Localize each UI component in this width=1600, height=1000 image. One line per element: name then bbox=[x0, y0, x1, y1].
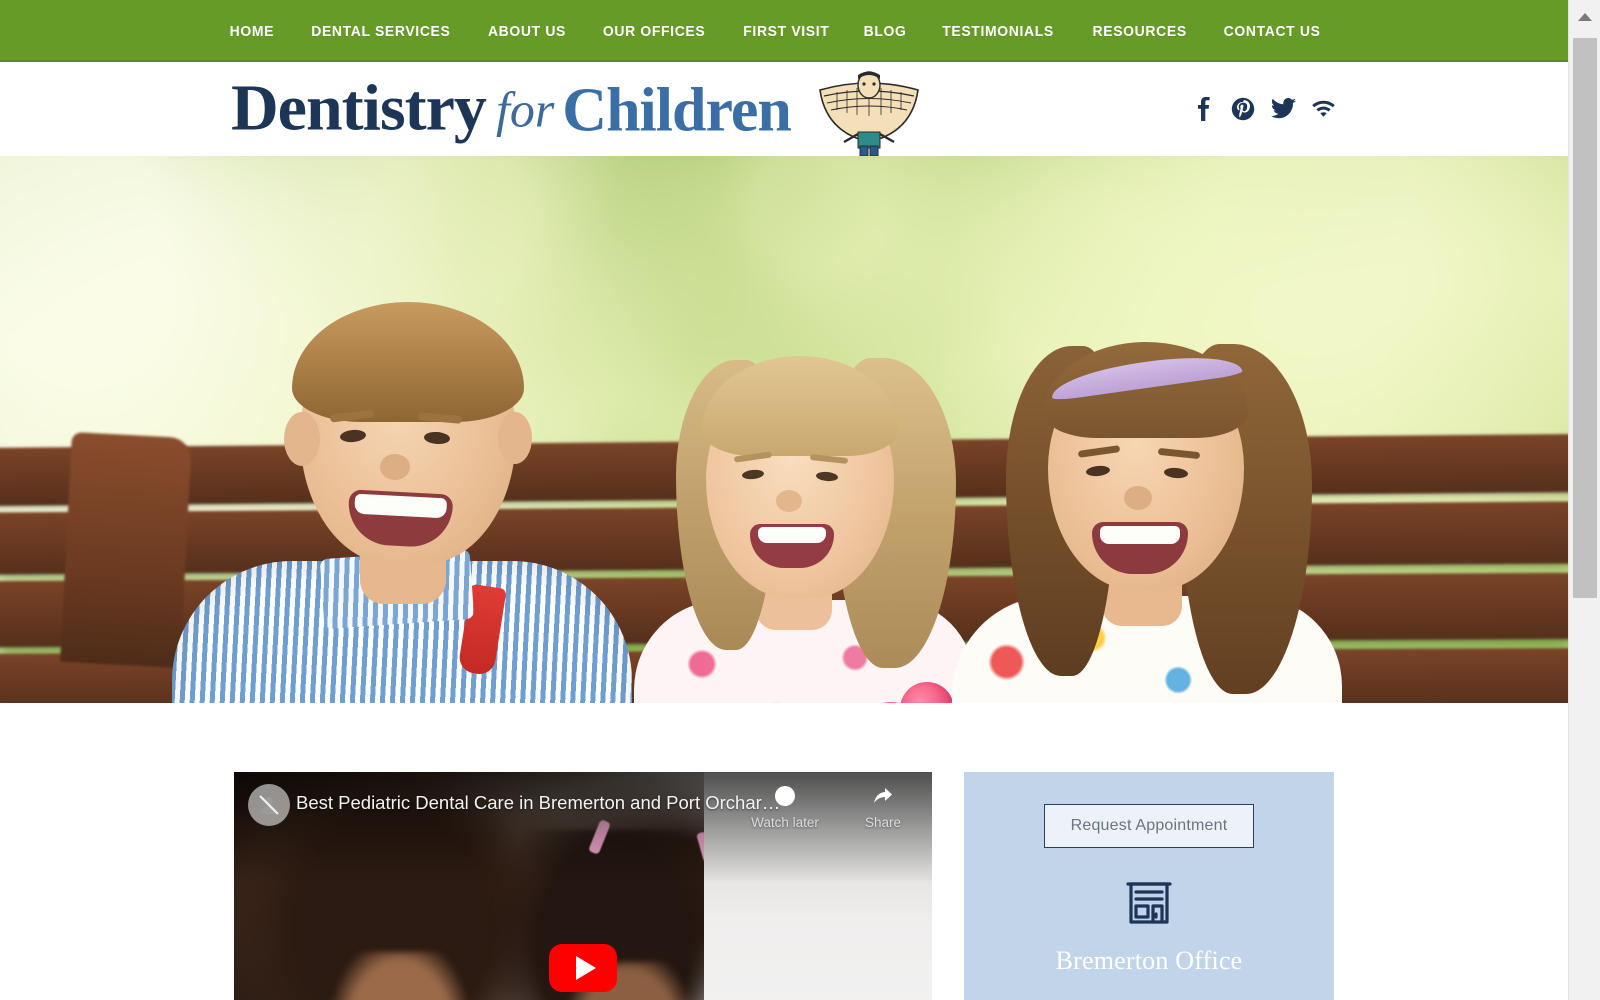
hero-child-right-girl bbox=[952, 316, 1342, 703]
logo-word-children: Children bbox=[562, 76, 792, 145]
play-button[interactable] bbox=[549, 944, 617, 992]
watch-later-button[interactable]: Watch later bbox=[746, 784, 824, 830]
site-logo[interactable]: Dentistry for Children bbox=[231, 71, 792, 145]
hero-child-middle-girl bbox=[628, 352, 978, 703]
scroll-up-arrow-icon[interactable] bbox=[1569, 0, 1600, 34]
nav-item-home[interactable]: HOME bbox=[228, 19, 276, 44]
office-sidebar: Request Appointment Bremerton Office bbox=[964, 772, 1334, 1000]
video-thumb-detail bbox=[330, 952, 470, 1000]
channel-avatar[interactable] bbox=[248, 784, 290, 826]
nav-item-about-us[interactable]: ABOUT US bbox=[487, 19, 569, 44]
site-header: Dentistry for Children bbox=[0, 62, 1568, 156]
hero-child-boy bbox=[172, 286, 632, 703]
share-button[interactable]: Share bbox=[844, 784, 922, 830]
youtube-video-player[interactable]: Best Pediatric Dental Care in Bremerton … bbox=[234, 772, 932, 1000]
office-name: Bremerton Office bbox=[1055, 946, 1243, 975]
share-arrow-icon bbox=[874, 788, 892, 803]
smiling-tooth-mascot-icon bbox=[819, 71, 919, 156]
request-appointment-button[interactable]: Request Appointment bbox=[1043, 804, 1255, 848]
nav-item-contact-us[interactable]: CONTACT US bbox=[1222, 19, 1323, 44]
logo-word-dentistry: Dentistry bbox=[231, 71, 487, 145]
logo-word-for: for bbox=[495, 81, 555, 138]
nav-list: HOME DENTAL SERVICES ABOUT US OUR OFFICE… bbox=[226, 19, 1326, 44]
browser-page: HOME DENTAL SERVICES ABOUT US OUR OFFICE… bbox=[0, 0, 1600, 1000]
pinterest-icon[interactable] bbox=[1230, 95, 1256, 123]
nav-item-testimonials[interactable]: TESTIMONIALS bbox=[941, 19, 1056, 44]
vertical-scrollbar[interactable] bbox=[1568, 0, 1600, 1000]
facebook-icon[interactable] bbox=[1190, 95, 1216, 123]
play-triangle-icon bbox=[575, 956, 596, 980]
content-columns: Best Pediatric Dental Care in Bremerton … bbox=[234, 772, 1334, 1000]
watch-later-label: Watch later bbox=[751, 815, 819, 830]
main-navigation: HOME DENTAL SERVICES ABOUT US OUR OFFICE… bbox=[0, 0, 1568, 62]
rss-icon[interactable] bbox=[1310, 95, 1336, 123]
social-links bbox=[1190, 95, 1336, 123]
main-content: Best Pediatric Dental Care in Bremerton … bbox=[0, 703, 1568, 1000]
hero-image bbox=[0, 156, 1568, 703]
scrollbar-thumb[interactable] bbox=[1573, 38, 1597, 598]
nav-item-our-offices[interactable]: OUR OFFICES bbox=[601, 19, 707, 44]
share-label: Share bbox=[864, 815, 902, 830]
video-actions: Watch later Share bbox=[746, 784, 922, 830]
nav-item-resources[interactable]: RESOURCES bbox=[1090, 19, 1188, 44]
twitter-icon[interactable] bbox=[1270, 95, 1296, 123]
video-title[interactable]: Best Pediatric Dental Care in Bremerton … bbox=[296, 792, 786, 814]
storefront-icon bbox=[1120, 874, 1178, 932]
nav-item-dental-services[interactable]: DENTAL SERVICES bbox=[309, 19, 452, 44]
page-viewport: HOME DENTAL SERVICES ABOUT US OUR OFFICE… bbox=[0, 0, 1568, 1000]
clock-icon bbox=[775, 786, 795, 806]
nav-item-first-visit[interactable]: FIRST VISIT bbox=[741, 19, 831, 44]
nav-item-blog[interactable]: BLOG bbox=[862, 19, 909, 44]
